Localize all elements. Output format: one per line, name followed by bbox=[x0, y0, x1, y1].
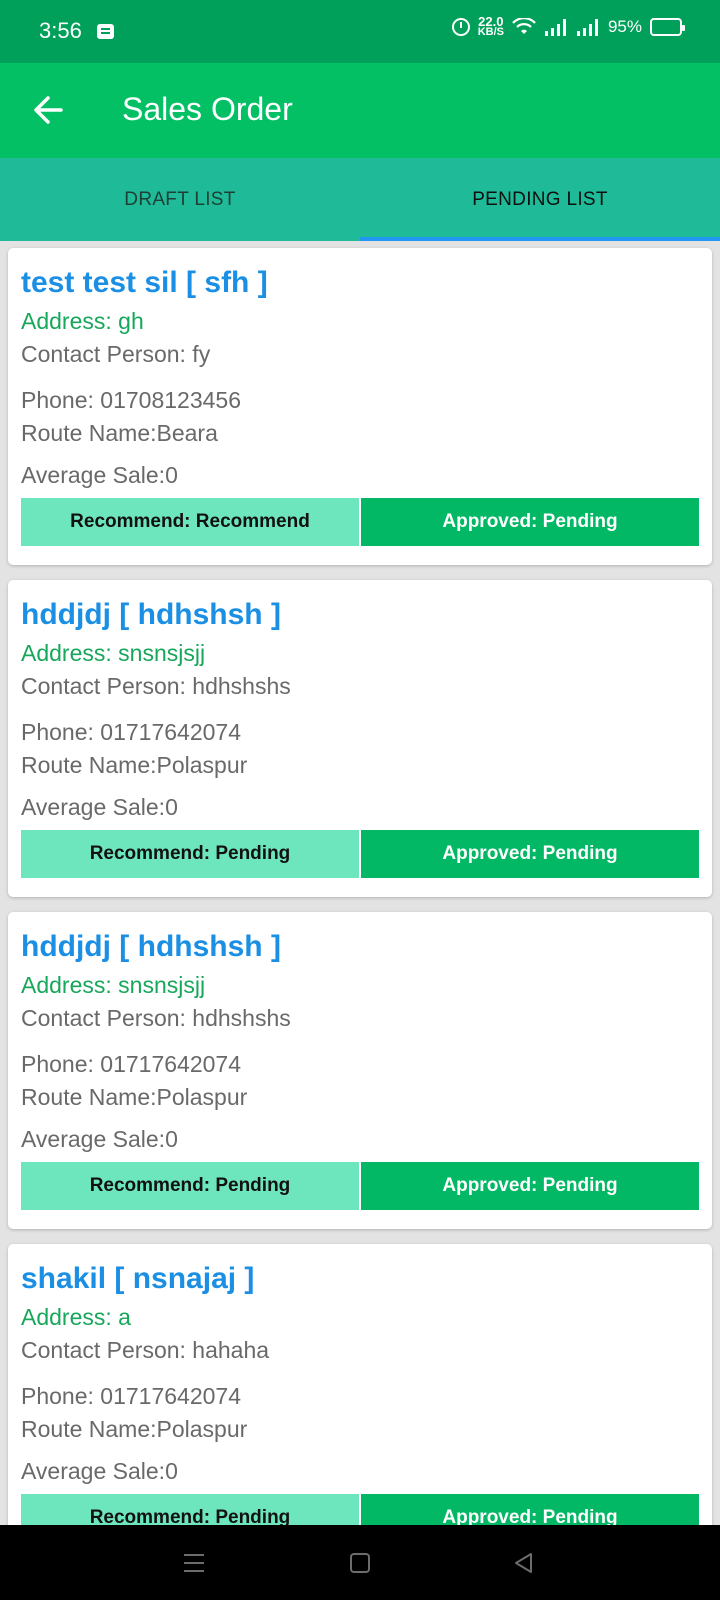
approved-status-button[interactable]: Approved: Pending bbox=[361, 830, 699, 878]
recommend-status-button[interactable]: Recommend: Recommend bbox=[21, 498, 359, 546]
tab-draft-list[interactable]: DRAFT LIST bbox=[0, 158, 360, 241]
order-route-name: Route Name:Polaspur bbox=[21, 1084, 248, 1110]
home-icon[interactable] bbox=[340, 1543, 380, 1583]
order-title: test test sil [ sfh ] bbox=[21, 266, 268, 299]
message-notification-icon bbox=[97, 24, 114, 39]
page-title: Sales Order bbox=[122, 91, 293, 127]
battery-percent: 95% bbox=[607, 17, 642, 36]
status-indicators: 22.0 KB/S 95% bbox=[451, 15, 685, 38]
recommend-status-button[interactable]: Recommend: Pending bbox=[21, 830, 359, 878]
battery-icon bbox=[650, 18, 685, 36]
order-contact-person: Contact Person: hdhshshs bbox=[21, 1005, 291, 1031]
app-bar: Sales Order bbox=[0, 63, 720, 158]
order-address: Address: snsnsjsjj bbox=[21, 972, 206, 998]
approved-status-button[interactable]: Approved: Pending bbox=[361, 1162, 699, 1210]
status-time: 3:56 bbox=[39, 18, 82, 43]
order-title: hddjdj [ hdhshsh ] bbox=[21, 598, 281, 631]
system-nav-bar bbox=[0, 1525, 720, 1600]
menu-icon[interactable] bbox=[174, 1543, 214, 1583]
signal-icon-sim2 bbox=[576, 19, 598, 36]
order-route-name: Route Name:Beara bbox=[21, 420, 218, 446]
order-contact-person: Contact Person: fy bbox=[21, 341, 211, 367]
order-average-sale: Average Sale:0 bbox=[21, 1126, 178, 1152]
back-arrow-icon[interactable] bbox=[28, 89, 70, 131]
signal-icon bbox=[544, 19, 566, 36]
order-card[interactable]: shakil [ nsnajaj ] Address: a Contact Pe… bbox=[8, 1244, 712, 1525]
tab-pending-list[interactable]: PENDING LIST bbox=[360, 158, 720, 241]
order-phone: Phone: 01708123456 bbox=[21, 387, 241, 413]
order-title: hddjdj [ hdhshsh ] bbox=[21, 930, 281, 963]
order-route-name: Route Name:Polaspur bbox=[21, 1416, 248, 1442]
order-card[interactable]: test test sil [ sfh ] Address: gh Contac… bbox=[8, 248, 712, 565]
order-average-sale: Average Sale:0 bbox=[21, 462, 178, 488]
order-average-sale: Average Sale:0 bbox=[21, 794, 178, 820]
approved-status-button[interactable]: Approved: Pending bbox=[361, 498, 699, 546]
status-bar: 3:56 22.0 KB/S 95% bbox=[0, 0, 720, 63]
order-status-buttons: Recommend: Pending Approved: Pending bbox=[21, 1494, 699, 1525]
recommend-status-button[interactable]: Recommend: Pending bbox=[21, 1162, 359, 1210]
order-phone: Phone: 01717642074 bbox=[21, 719, 241, 745]
recommend-status-button[interactable]: Recommend: Pending bbox=[21, 1494, 359, 1525]
order-status-buttons: Recommend: Pending Approved: Pending bbox=[21, 1162, 699, 1210]
order-contact-person: Contact Person: hahaha bbox=[21, 1337, 270, 1363]
order-status-buttons: Recommend: Pending Approved: Pending bbox=[21, 830, 699, 878]
tab-bar: DRAFT LIST PENDING LIST bbox=[0, 158, 720, 241]
alarm-icon bbox=[451, 18, 470, 36]
approved-status-button[interactable]: Approved: Pending bbox=[361, 1494, 699, 1525]
order-title: shakil [ nsnajaj ] bbox=[21, 1262, 255, 1295]
order-card[interactable]: hddjdj [ hdhshsh ] Address: snsnsjsjj Co… bbox=[8, 580, 712, 897]
order-list[interactable]: test test sil [ sfh ] Address: gh Contac… bbox=[0, 241, 720, 1525]
order-contact-person: Contact Person: hdhshshs bbox=[21, 673, 291, 699]
network-speed: 22.0 KB/S bbox=[477, 15, 504, 38]
network-speed-unit: KB/S bbox=[477, 26, 504, 38]
order-card[interactable]: hddjdj [ hdhshsh ] Address: snsnsjsjj Co… bbox=[8, 912, 712, 1229]
order-route-name: Route Name:Polaspur bbox=[21, 752, 248, 778]
order-address: Address: a bbox=[21, 1304, 131, 1330]
order-phone: Phone: 01717642074 bbox=[21, 1051, 241, 1077]
back-icon[interactable] bbox=[504, 1543, 544, 1583]
wifi-icon bbox=[512, 18, 536, 34]
order-phone: Phone: 01717642074 bbox=[21, 1383, 241, 1409]
order-status-buttons: Recommend: Recommend Approved: Pending bbox=[21, 498, 699, 546]
order-address: Address: snsnsjsjj bbox=[21, 640, 206, 666]
order-address: Address: gh bbox=[21, 308, 144, 334]
order-average-sale: Average Sale:0 bbox=[21, 1458, 178, 1484]
